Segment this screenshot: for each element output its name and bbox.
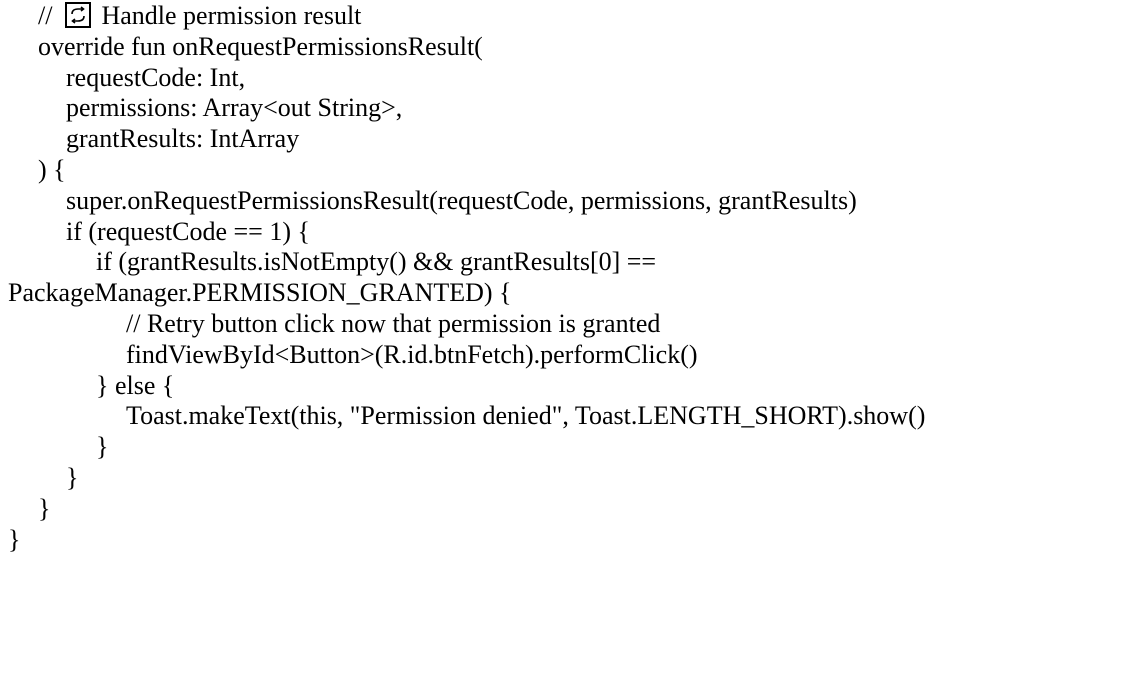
code-line: if (requestCode == 1) {	[8, 217, 1138, 248]
code-line: // Handle permission result	[8, 0, 1138, 32]
code-text: requestCode: Int,	[66, 62, 246, 92]
code-line: }	[8, 463, 1138, 494]
code-line: if (grantResults.isNotEmpty() && grantRe…	[8, 247, 1138, 278]
code-text: }	[38, 493, 51, 523]
refresh-icon	[64, 2, 91, 28]
code-text: permissions: Array<out String>,	[66, 93, 403, 123]
code-text: grantResults: IntArray	[66, 124, 300, 154]
code-block: // Handle permission result override fun …	[8, 0, 1138, 555]
code-line: }	[8, 525, 1138, 556]
code-text: }	[8, 524, 21, 554]
code-text: findViewById<Button>(R.id.btnFetch).perf…	[126, 339, 698, 369]
code-line: // Retry button click now that permissio…	[8, 309, 1138, 340]
code-text: Handle permission result	[94, 1, 362, 30]
code-text: } else {	[96, 370, 175, 400]
code-text: super.onRequestPermissionsResult(request…	[66, 185, 857, 215]
code-text: Toast.makeText(this, "Permission denied"…	[126, 401, 926, 431]
code-line: }	[8, 494, 1138, 525]
code-text: ) {	[38, 154, 66, 184]
code-line: requestCode: Int,	[8, 63, 1138, 94]
code-text: override fun onRequestPermissionsResult(	[38, 31, 483, 61]
code-text: if (requestCode == 1) {	[66, 216, 310, 246]
code-text: PackageManager.PERMISSION_GRANTED) {	[8, 278, 512, 308]
code-line: }	[8, 432, 1138, 463]
code-line: } else {	[8, 371, 1138, 402]
code-text: // Retry button click now that permissio…	[126, 308, 661, 338]
code-line: ) {	[8, 155, 1138, 186]
code-text: if (grantResults.isNotEmpty() && grantRe…	[96, 247, 657, 277]
code-text: //	[38, 1, 59, 30]
code-line: override fun onRequestPermissionsResult(	[8, 32, 1138, 63]
code-line: findViewById<Button>(R.id.btnFetch).perf…	[8, 340, 1138, 371]
code-text: }	[66, 462, 79, 492]
code-line: permissions: Array<out String>,	[8, 93, 1138, 124]
code-line: grantResults: IntArray	[8, 124, 1138, 155]
code-line: Toast.makeText(this, "Permission denied"…	[8, 401, 1138, 432]
code-text: }	[96, 432, 109, 462]
code-line: super.onRequestPermissionsResult(request…	[8, 186, 1138, 217]
code-line: PackageManager.PERMISSION_GRANTED) {	[8, 278, 1138, 309]
